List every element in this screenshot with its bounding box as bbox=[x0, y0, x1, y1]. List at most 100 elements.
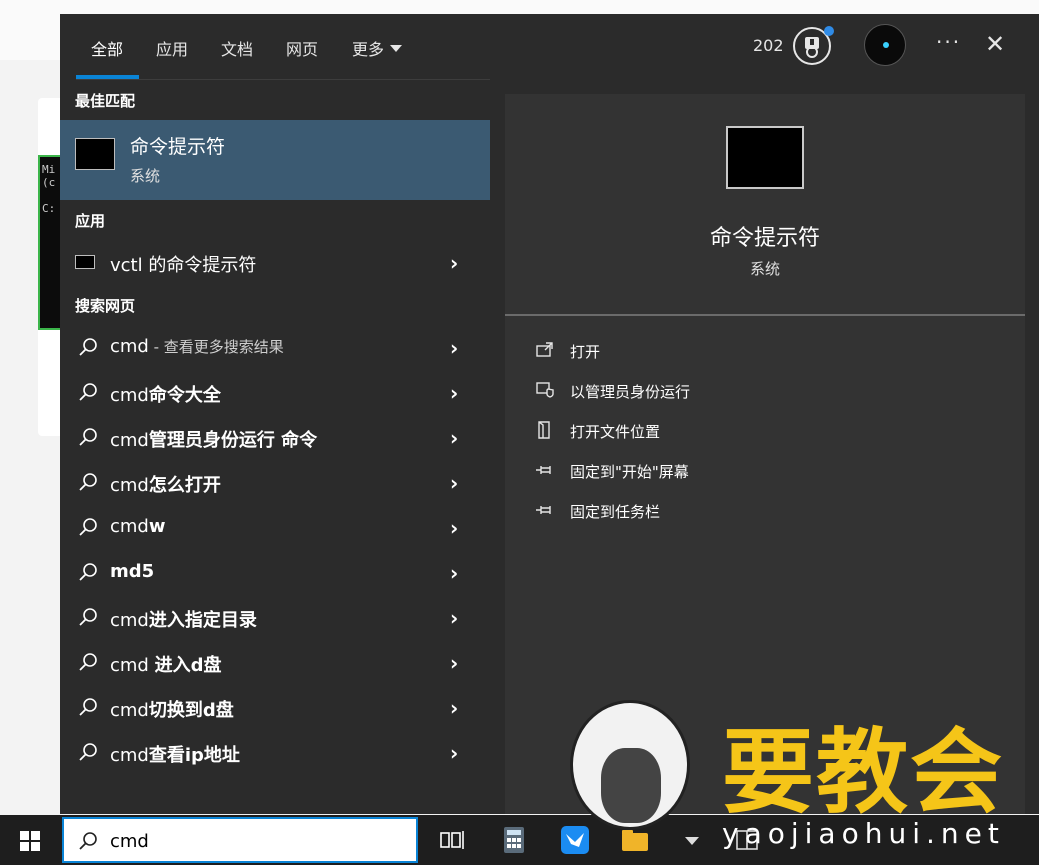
web-result-label: cmd - 查看更多搜索结果 bbox=[110, 336, 284, 357]
action-open[interactable]: 打开 bbox=[533, 336, 1013, 372]
web-result-item[interactable]: cmd怎么打开 › bbox=[60, 460, 490, 505]
preview-divider bbox=[505, 314, 1025, 316]
web-result-item[interactable]: cmd查看ip地址 › bbox=[60, 730, 490, 775]
search-icon bbox=[79, 743, 97, 761]
web-result-item[interactable]: cmd进入指定目录 › bbox=[60, 595, 490, 640]
web-result-label: md5 bbox=[110, 561, 154, 582]
search-icon bbox=[79, 563, 97, 581]
web-result-query: cmd bbox=[110, 385, 149, 406]
web-result-label: cmd进入指定目录 bbox=[110, 606, 257, 632]
chevron-right-icon[interactable]: › bbox=[450, 516, 458, 540]
calculator-icon[interactable] bbox=[499, 825, 529, 855]
search-icon bbox=[79, 832, 97, 850]
more-options-button[interactable]: ··· bbox=[936, 30, 961, 54]
web-result-query: cmd bbox=[110, 475, 149, 496]
web-result-item[interactable]: cmd切换到d盘 › bbox=[60, 685, 490, 730]
web-result-query: cmd bbox=[110, 516, 149, 537]
action-open-file-location[interactable]: 打开文件位置 bbox=[533, 416, 1013, 452]
web-result-query: cmd bbox=[110, 745, 149, 766]
taskbar-search-box[interactable] bbox=[62, 817, 418, 863]
web-result-suggestion: 进入d盘 bbox=[154, 655, 222, 676]
action-pin-to-start[interactable]: 固定到"开始"屏幕 bbox=[533, 456, 1013, 492]
chevron-right-icon[interactable]: › bbox=[450, 651, 458, 675]
action-pin-to-taskbar[interactable]: 固定到任务栏 bbox=[533, 496, 1013, 532]
file-location-icon bbox=[538, 421, 550, 439]
watermark-title: 要教会 bbox=[722, 718, 1005, 826]
web-result-suggestion: md5 bbox=[110, 561, 155, 582]
task-view-icon[interactable] bbox=[437, 825, 467, 855]
web-result-suggestion: 命令大全 bbox=[148, 385, 221, 406]
web-result-item[interactable]: md5 › bbox=[60, 550, 490, 595]
search-icon bbox=[79, 518, 97, 536]
sheep-logo bbox=[570, 700, 690, 830]
watermark: 要教会 yaojiaohui.net bbox=[570, 700, 1039, 865]
command-prompt-icon bbox=[75, 255, 95, 269]
chevron-right-icon[interactable]: › bbox=[450, 251, 458, 275]
web-result-query: cmd bbox=[110, 610, 149, 631]
windows-start-icon[interactable] bbox=[20, 831, 40, 851]
web-result-item[interactable]: cmd 进入d盘 › bbox=[60, 640, 490, 685]
search-icon bbox=[79, 608, 97, 626]
chevron-right-icon[interactable]: › bbox=[450, 381, 458, 405]
app-item-label: vctl 的命令提示符 bbox=[110, 255, 257, 276]
web-result-query: cmd bbox=[110, 655, 155, 676]
web-result-item[interactable]: cmd命令大全 › bbox=[60, 370, 490, 415]
action-label: 固定到"开始"屏幕 bbox=[570, 463, 689, 481]
web-result-label: cmd切换到d盘 bbox=[110, 696, 234, 722]
web-result-query: cmd bbox=[110, 430, 149, 451]
sheep-face bbox=[601, 748, 661, 823]
action-label: 打开 bbox=[570, 343, 601, 361]
chevron-right-icon[interactable]: › bbox=[450, 336, 458, 360]
chevron-right-icon[interactable]: › bbox=[450, 471, 458, 495]
chevron-down-icon bbox=[390, 45, 403, 52]
command-prompt-icon bbox=[75, 138, 115, 170]
chevron-right-icon[interactable]: › bbox=[450, 606, 458, 630]
web-result-label: cmd命令大全 bbox=[110, 381, 221, 407]
search-icon bbox=[79, 473, 97, 491]
tab-documents[interactable]: 文档 bbox=[221, 36, 253, 76]
web-result-suggestion: 进入指定目录 bbox=[148, 610, 257, 631]
section-web: 搜索网页 bbox=[75, 297, 136, 315]
best-match-item[interactable]: 命令提示符 系统 bbox=[60, 120, 490, 200]
notification-dot-icon bbox=[824, 26, 834, 36]
close-button[interactable]: ✕ bbox=[985, 30, 1005, 58]
tab-all[interactable]: 全部 bbox=[91, 36, 123, 76]
pin-icon bbox=[536, 466, 551, 474]
action-label: 固定到任务栏 bbox=[570, 503, 661, 521]
section-best-match: 最佳匹配 bbox=[75, 92, 136, 110]
watermark-url: yaojiaohui.net bbox=[722, 817, 1005, 850]
chevron-right-icon[interactable]: › bbox=[450, 696, 458, 720]
web-result-hint: - 查看更多搜索结果 bbox=[148, 338, 284, 356]
best-match-subtitle: 系统 bbox=[130, 167, 161, 185]
search-icon bbox=[79, 338, 97, 356]
app-item[interactable]: vctl 的命令提示符 › bbox=[60, 240, 490, 285]
preview-title: 命令提示符 bbox=[709, 226, 820, 251]
chevron-right-icon[interactable]: › bbox=[450, 741, 458, 765]
web-result-label: cmdw bbox=[110, 516, 166, 537]
action-run-as-admin[interactable]: 以管理员身份运行 bbox=[533, 376, 1013, 412]
results-list: 最佳匹配 命令提示符 系统 应用 vctl 的命令提示符 › 搜索网页 cmd … bbox=[60, 80, 490, 814]
search-icon bbox=[79, 653, 97, 671]
chevron-right-icon[interactable]: › bbox=[450, 426, 458, 450]
chevron-right-icon[interactable]: › bbox=[450, 561, 458, 585]
search-header: 全部 应用 文档 网页 更多 202 ··· ✕ bbox=[60, 14, 1039, 80]
admin-shield-icon bbox=[536, 382, 554, 398]
section-apps: 应用 bbox=[75, 212, 106, 230]
web-result-suggestion: 管理员身份运行 命令 bbox=[148, 430, 318, 451]
tab-web[interactable]: 网页 bbox=[286, 36, 318, 76]
tab-apps[interactable]: 应用 bbox=[156, 36, 188, 76]
web-result-item[interactable]: cmd管理员身份运行 命令 › bbox=[60, 415, 490, 460]
web-result-suggestion: 查看ip地址 bbox=[148, 745, 240, 766]
pin-icon bbox=[536, 506, 551, 514]
search-icon bbox=[79, 428, 97, 446]
web-result-label: cmd 进入d盘 bbox=[110, 651, 221, 677]
command-prompt-icon bbox=[726, 126, 804, 189]
web-result-suggestion: 切换到d盘 bbox=[148, 700, 234, 721]
web-result-item[interactable]: cmd - 查看更多搜索结果 › bbox=[60, 325, 490, 370]
search-input[interactable] bbox=[108, 828, 398, 854]
web-result-item[interactable]: cmdw › bbox=[60, 505, 490, 550]
avatar-glow-icon bbox=[883, 42, 889, 48]
web-result-query: cmd bbox=[110, 700, 149, 721]
tab-more[interactable]: 更多 bbox=[352, 36, 403, 76]
web-result-query: cmd bbox=[110, 336, 149, 357]
